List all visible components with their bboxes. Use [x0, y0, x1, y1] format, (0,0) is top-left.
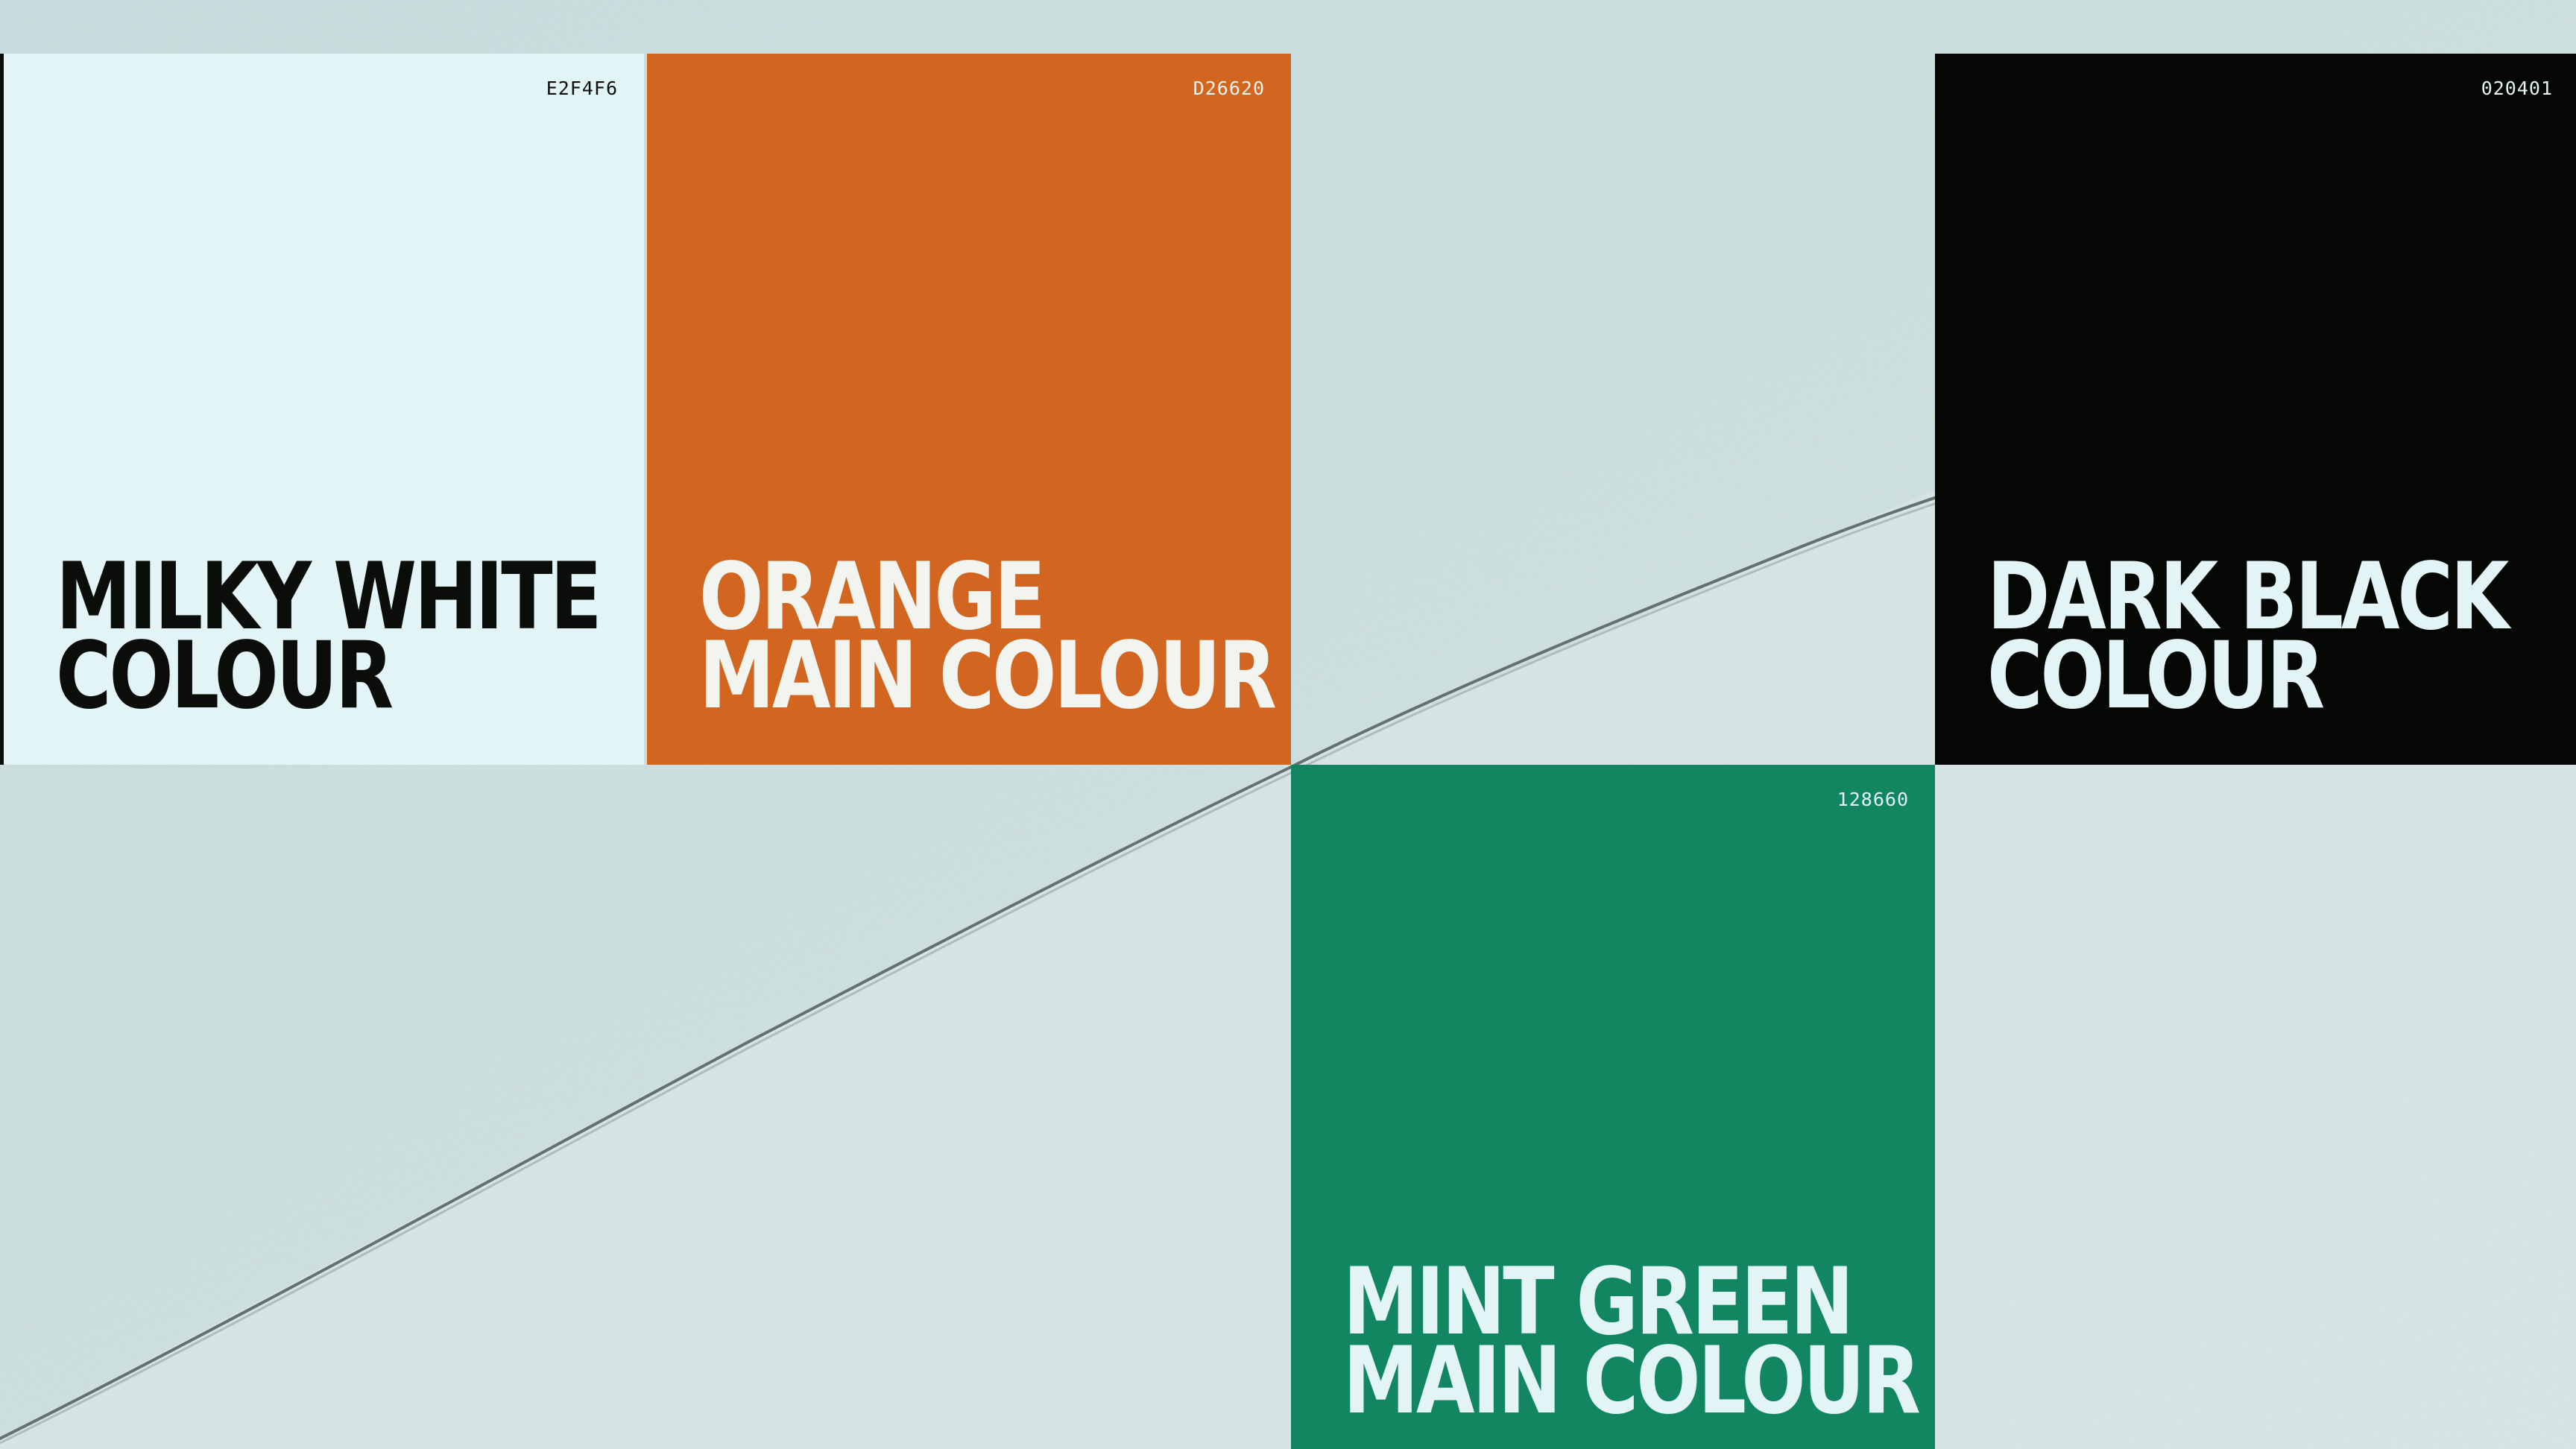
swatch-name-line: MAIN COLOUR [699, 622, 1277, 730]
swatch-mint-green: 128660 MINT GREEN MAIN COLOUR [1291, 765, 1935, 1449]
swatch-hex-code: 128660 [1837, 789, 1909, 810]
swatch-hex-code: 020401 [2481, 78, 2553, 99]
swatch-hex-code: E2F4F6 [546, 78, 618, 99]
swatch-name: MINT GREEN MAIN COLOUR [1343, 1256, 1921, 1435]
swatch-milky-white: E2F4F6 MILKY WHITE COLOUR [0, 54, 644, 765]
swatch-name-line: MAIN COLOUR [1343, 1328, 1921, 1435]
swatch-name: ORANGE MAIN COLOUR [699, 551, 1277, 730]
swatch-dark-black: 020401 DARK BLACK COLOUR [1935, 54, 2576, 765]
swatch-orange: D26620 ORANGE MAIN COLOUR [647, 54, 1291, 765]
swatch-name: MILKY WHITE COLOUR [56, 551, 602, 722]
swatch-hex-code: D26620 [1193, 78, 1265, 99]
swatch-name: DARK BLACK COLOUR [1987, 551, 2509, 722]
